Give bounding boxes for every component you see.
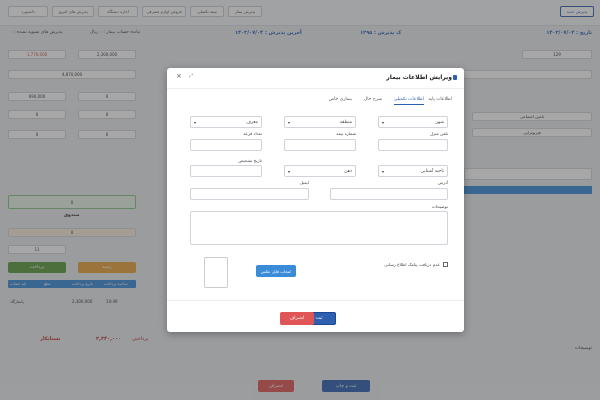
mind-label: ذهن <box>344 168 352 174</box>
referrer-select[interactable]: معرف ▾ <box>190 116 262 128</box>
region-select[interactable]: منطقه ▾ <box>284 116 356 128</box>
home-phone-label: تلفن منزل <box>429 131 448 136</box>
email-label: ایمیل <box>299 180 309 185</box>
serial-label: تعداد قرعه <box>243 131 262 136</box>
user-icon <box>453 75 457 80</box>
sms-checkbox[interactable] <box>443 262 448 267</box>
chevron-down-icon: ▾ <box>194 119 197 125</box>
tab-special-disease[interactable]: بیماری خاص <box>329 97 352 102</box>
upload-photo-button[interactable]: انتخاب فایل عکس <box>256 265 296 277</box>
referrer-label: معرف <box>246 119 258 125</box>
acquaintance-label: ناحیه آشنایی <box>420 168 444 174</box>
expand-icon[interactable]: ⤢ <box>189 73 193 79</box>
serial-input[interactable] <box>190 139 262 151</box>
insurance-no-label: شماره بیمه <box>336 131 356 136</box>
edit-patient-modal: ویرایش اطلاعات بیمار × ⤢ اطلاعات پایه اط… <box>167 68 464 332</box>
address-input[interactable] <box>330 188 448 200</box>
tab-basic-info[interactable]: اطلاعات پایه <box>428 97 452 102</box>
mind-select[interactable]: ذهن ▾ <box>284 165 356 177</box>
notes-label: توضیحات <box>431 204 448 209</box>
chevron-down-icon: ▾ <box>382 119 385 125</box>
cancel-button[interactable]: انصراف <box>280 312 314 325</box>
tab-history[interactable]: شرح حال <box>364 97 382 102</box>
city-label: شهر <box>435 119 444 125</box>
city-select[interactable]: شهر ▾ <box>378 116 448 128</box>
footer-divider <box>167 300 464 301</box>
region-label: منطقه <box>339 119 352 125</box>
sms-label: عدم دریافت پیامک اطلاع رسانی <box>384 262 440 267</box>
email-input[interactable] <box>190 188 309 200</box>
diag-date-label: تاریخ تشخیص <box>238 158 262 163</box>
tab-extra-info[interactable]: اطلاعات تکمیلی <box>393 97 424 105</box>
divider <box>167 88 464 89</box>
chevron-down-icon: ▾ <box>288 119 291 125</box>
photo-preview <box>204 257 228 288</box>
notes-textarea[interactable] <box>190 211 448 245</box>
home-phone-input[interactable] <box>378 139 448 151</box>
diag-date-input[interactable] <box>190 165 262 177</box>
chevron-down-icon: ▾ <box>382 168 385 174</box>
close-icon[interactable]: × <box>176 72 182 80</box>
acquaintance-select[interactable]: ناحیه آشنایی ▾ <box>378 165 448 177</box>
chevron-down-icon: ▾ <box>288 168 291 174</box>
modal-title: ویرایش اطلاعات بیمار <box>386 74 452 81</box>
address-label: آدرس <box>437 180 448 185</box>
insurance-no-input[interactable] <box>284 139 356 151</box>
